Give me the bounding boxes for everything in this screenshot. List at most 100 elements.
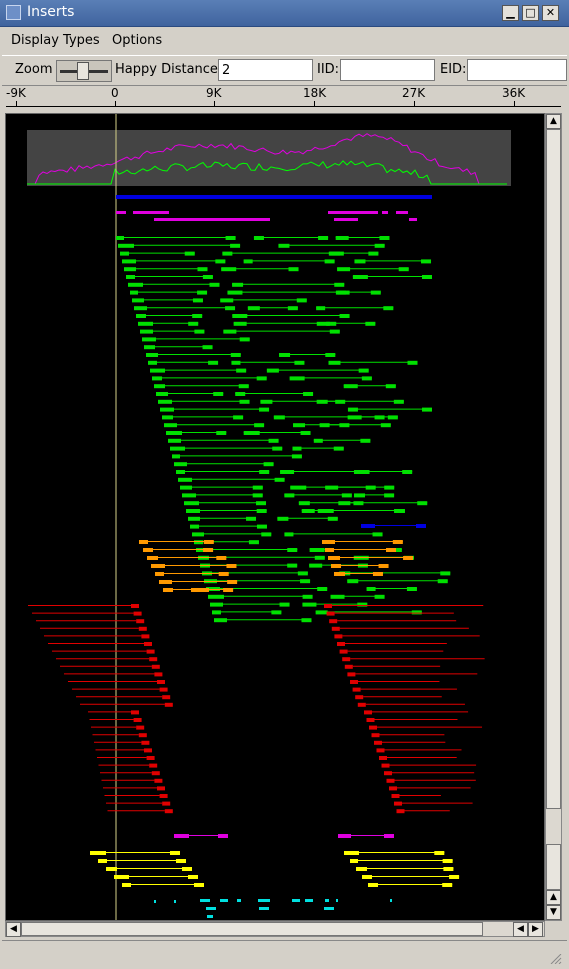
insert-orange-read bbox=[163, 588, 173, 592]
scroll-left-button-right[interactable]: ◀ bbox=[513, 922, 528, 937]
ruler-tick-label: 9K bbox=[206, 86, 222, 100]
insert-happy-read bbox=[215, 259, 226, 264]
insert-stretched-read bbox=[149, 657, 158, 662]
insert-happy-read bbox=[231, 360, 241, 365]
insert-happy-read bbox=[384, 485, 395, 490]
insert-stretched-read bbox=[154, 778, 163, 783]
insert-happy-read bbox=[358, 368, 369, 373]
insert-happy-read bbox=[126, 275, 135, 279]
insert-magenta-read bbox=[174, 834, 189, 838]
insert-bar-magenta bbox=[382, 211, 388, 214]
insert-happy-read bbox=[232, 282, 244, 287]
insert-happy-read bbox=[274, 477, 285, 482]
zoom-thumb[interactable] bbox=[77, 62, 89, 80]
insert-cyan-read bbox=[259, 907, 269, 910]
scroll-up-button[interactable]: ▲ bbox=[546, 114, 561, 129]
scroll-right-button[interactable]: ▶ bbox=[528, 922, 543, 937]
scroll-up-button-lower[interactable]: ▲ bbox=[546, 890, 561, 905]
zoom-slider[interactable] bbox=[56, 60, 112, 82]
insert-magenta-read bbox=[218, 834, 228, 838]
maximize-button[interactable]: □ bbox=[522, 5, 539, 21]
insert-happy-read bbox=[254, 423, 265, 428]
insert-happy-read bbox=[303, 392, 314, 396]
insert-happy-read bbox=[213, 392, 224, 396]
inserts-plot[interactable] bbox=[6, 114, 545, 921]
contig-bar bbox=[116, 195, 432, 199]
insert-happy-read bbox=[186, 509, 200, 513]
insert-orange-read bbox=[328, 556, 340, 560]
insert-stretched-read bbox=[131, 604, 139, 608]
insert-happy-read bbox=[273, 415, 285, 420]
insert-happy-read bbox=[341, 493, 352, 498]
insert-happy-read bbox=[393, 399, 404, 404]
insert-happy-read bbox=[328, 360, 341, 365]
insert-happy-read bbox=[188, 516, 200, 521]
insert-yellow-read bbox=[114, 875, 129, 879]
horizontal-scroll-thumb[interactable] bbox=[21, 922, 483, 936]
vertical-scroll-track[interactable] bbox=[546, 129, 561, 809]
insert-happy-read bbox=[300, 579, 311, 584]
insert-stretched-read bbox=[389, 786, 397, 791]
insert-cyan-read bbox=[174, 900, 176, 903]
insert-yellow-read bbox=[356, 867, 367, 871]
ruler-tick-label: 0 bbox=[111, 86, 119, 100]
insert-happy-read bbox=[118, 243, 134, 248]
insert-stretched-read bbox=[146, 756, 155, 760]
insert-happy-read bbox=[170, 446, 185, 451]
insert-yellow-read bbox=[442, 859, 453, 863]
inserts-canvas[interactable] bbox=[5, 113, 545, 921]
horizontal-scrollbar[interactable]: ◀ ◀ ▶ bbox=[5, 921, 545, 937]
insert-happy-read bbox=[384, 493, 395, 498]
eid-label: EID: bbox=[440, 62, 467, 77]
insert-happy-read bbox=[335, 236, 349, 240]
vertical-scroll-thumb[interactable] bbox=[546, 844, 561, 890]
insert-happy-read bbox=[325, 353, 336, 357]
minimize-button[interactable]: ▁ bbox=[502, 5, 519, 21]
insert-happy-read bbox=[238, 384, 249, 389]
insert-happy-read bbox=[297, 571, 308, 576]
close-button[interactable]: ✕ bbox=[542, 5, 559, 21]
insert-happy-read bbox=[288, 267, 299, 272]
insert-orange-read bbox=[226, 564, 237, 568]
insert-happy-read bbox=[315, 610, 328, 615]
insert-happy-read bbox=[365, 485, 376, 490]
insert-stretched-read bbox=[394, 801, 402, 806]
insert-happy-read bbox=[239, 337, 250, 342]
insert-happy-read bbox=[130, 290, 138, 295]
scroll-down-button[interactable]: ▼ bbox=[546, 905, 561, 920]
insert-happy-read bbox=[301, 618, 312, 623]
insert-happy-read bbox=[184, 251, 195, 256]
menu-options[interactable]: Options bbox=[112, 33, 162, 48]
scroll-left-button[interactable]: ◀ bbox=[6, 922, 21, 937]
title-bar[interactable]: Inserts ▁ □ ✕ bbox=[0, 0, 569, 27]
insert-orange-read bbox=[147, 556, 158, 560]
insert-happy-read bbox=[138, 321, 153, 326]
insert-bar-magenta bbox=[116, 211, 126, 214]
eid-input[interactable] bbox=[467, 59, 567, 81]
insert-magenta-read bbox=[338, 834, 351, 838]
insert-happy-read bbox=[302, 594, 313, 599]
insert-happy-read bbox=[316, 321, 330, 326]
resize-grip-icon[interactable] bbox=[549, 954, 563, 964]
insert-stretched-read bbox=[347, 672, 356, 677]
insert-happy-read bbox=[352, 275, 368, 279]
insert-happy-read bbox=[422, 275, 432, 279]
insert-stretched-read bbox=[146, 649, 155, 654]
insert-bar-magenta bbox=[334, 218, 358, 221]
iid-input[interactable] bbox=[340, 59, 435, 81]
ruler-tick-label: -9K bbox=[6, 86, 26, 100]
insert-happy-read bbox=[253, 236, 264, 240]
vertical-scrollbar[interactable]: ▲ ▲ ▼ bbox=[545, 113, 562, 921]
insert-happy-read bbox=[287, 548, 298, 552]
insert-stretched-read bbox=[154, 672, 163, 677]
insert-orange-read bbox=[372, 572, 383, 576]
happy-distance-input[interactable] bbox=[218, 59, 313, 81]
inserts-window: Inserts ▁ □ ✕ Display Types Options Zoom… bbox=[0, 0, 569, 969]
insert-happy-read bbox=[197, 290, 208, 295]
insert-yellow-read bbox=[442, 883, 453, 887]
insert-stretched-read bbox=[141, 740, 150, 745]
menu-display-types[interactable]: Display Types bbox=[11, 33, 100, 48]
insert-happy-read bbox=[292, 446, 302, 451]
insert-happy-read bbox=[387, 415, 398, 420]
insert-stretched-read bbox=[342, 657, 351, 662]
